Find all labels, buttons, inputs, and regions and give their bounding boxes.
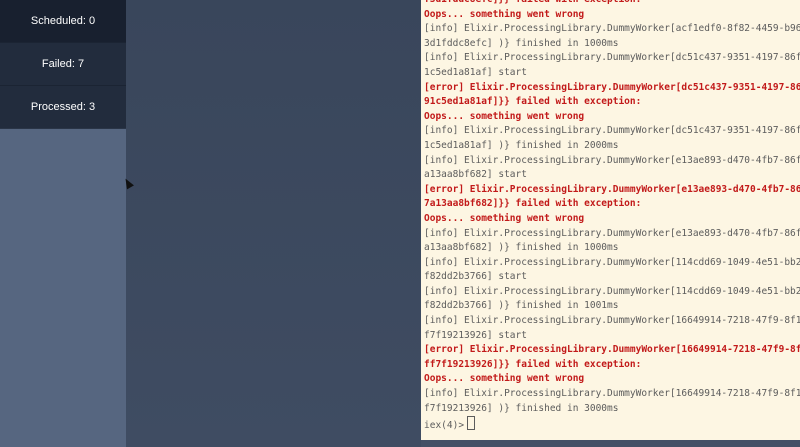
- terminal-output[interactable]: f3d1fddc8efc]}} failed with exception:Oo…: [421, 0, 800, 440]
- log-line-error: [error] Elixir.ProcessingLibrary.DummyWo…: [424, 81, 800, 93]
- log-line-info: 3d1fddc8efc] )} finished in 1000ms: [424, 37, 619, 49]
- stats-sidebar: Scheduled: 0 Failed: 7 Processed: 3: [0, 0, 126, 447]
- log-line-error: f3d1fddc8efc]}} failed with exception:: [424, 0, 800, 8]
- log-line-error: [error] Elixir.ProcessingLibrary.DummyWo…: [424, 344, 800, 356]
- log-line-info: f82dd2b3766] start: [424, 271, 527, 283]
- log-line-error: 7a13aa8bf682]}} failed with exception:: [424, 198, 642, 210]
- log-line-info: f7f19213926] start: [424, 329, 527, 341]
- log-line-info: 1c5ed1a81af] )} finished in 2000ms: [424, 139, 619, 151]
- log-line-info: [info] Elixir.ProcessingLibrary.DummyWor…: [424, 52, 800, 64]
- log-line-info: [info] Elixir.ProcessingLibrary.DummyWor…: [424, 388, 800, 400]
- log-line-info: [info] Elixir.ProcessingLibrary.DummyWor…: [424, 125, 800, 137]
- log-line-error: [error] Elixir.ProcessingLibrary.DummyWo…: [424, 183, 800, 195]
- log-line-info: [info] Elixir.ProcessingLibrary.DummyWor…: [424, 315, 800, 327]
- iex-prompt: iex(4)>: [424, 420, 465, 432]
- log-line-error: Oops... something went wrong: [424, 110, 585, 122]
- log-line-info: [info] Elixir.ProcessingLibrary.DummyWor…: [424, 285, 800, 297]
- log-line-error: Oops... something went wrong: [424, 212, 585, 224]
- log-line-info: [info] Elixir.ProcessingLibrary.DummyWor…: [424, 23, 800, 35]
- log-line-info: f82dd2b3766] )} finished in 1001ms: [424, 300, 619, 312]
- log-line-info: a13aa8bf682] start: [424, 169, 527, 181]
- log-line-info: a13aa8bf682] )} finished in 1000ms: [424, 242, 619, 254]
- log-line-info: [info] Elixir.ProcessingLibrary.DummyWor…: [424, 227, 800, 239]
- log-line-info: [info] Elixir.ProcessingLibrary.DummyWor…: [424, 256, 800, 268]
- log-line-error: Oops... something went wrong: [424, 373, 585, 385]
- log-line-error: 91c5ed1a81af]}} failed with exception:: [424, 96, 642, 108]
- log-line-info: f7f19213926] )} finished in 3000ms: [424, 402, 619, 414]
- text-cursor[interactable]: [467, 416, 476, 431]
- log-line-error: ff7f19213926]}} failed with exception:: [424, 358, 642, 370]
- log-line-info: [info] Elixir.ProcessingLibrary.DummyWor…: [424, 154, 800, 166]
- empty-workspace: [126, 0, 421, 447]
- app-window: Scheduled: 0 Failed: 7 Processed: 3 f3d1…: [0, 0, 800, 447]
- scheduled-count: Scheduled: 0: [0, 0, 126, 43]
- log-line-info: 1c5ed1a81af] start: [424, 66, 527, 78]
- processed-count: Processed: 3: [0, 86, 126, 129]
- log-line-error: Oops... something went wrong: [424, 8, 585, 20]
- iex-prompt-line[interactable]: iex(4)>: [424, 416, 800, 434]
- failed-count: Failed: 7: [0, 43, 126, 86]
